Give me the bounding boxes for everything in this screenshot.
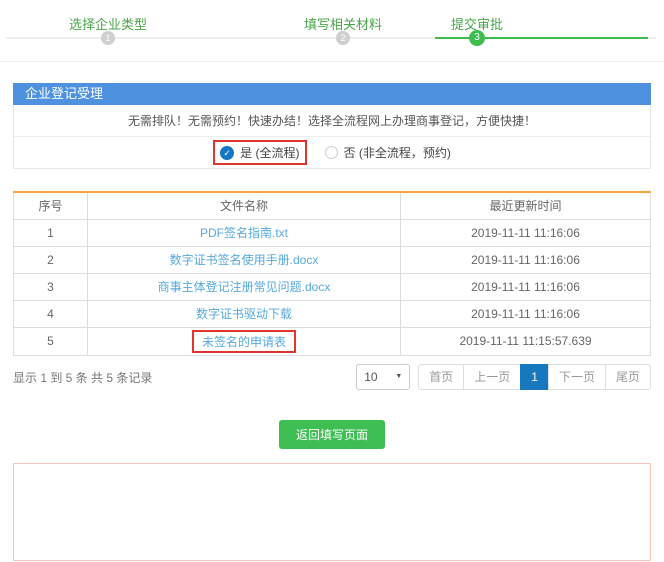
cell-index: 4 (14, 300, 88, 327)
table-row: 2 数字证书签名使用手册.docx 2019-11-11 11:16:06 (14, 246, 651, 273)
step-circle-2: 2 (336, 31, 350, 45)
table-row: 5 未签名的申请表 2019-11-11 11:15:57.639 (14, 327, 651, 355)
cell-index: 2 (14, 246, 88, 273)
file-link[interactable]: 未签名的申请表 (192, 330, 296, 353)
header-file-name: 文件名称 (88, 192, 401, 219)
pagination: 10 ▼ 首页 上一页 1 下一页 尾页 (356, 364, 651, 390)
action-button-row: 返回填写页面 (0, 420, 664, 449)
cell-file-name: 商事主体登记注册常见问题.docx (88, 273, 401, 300)
radio-yes-label[interactable]: 是 (全流程) (240, 144, 299, 161)
header-updated-time: 最近更新时间 (401, 192, 651, 219)
cell-updated-time: 2019-11-11 11:16:06 (401, 300, 651, 327)
section-body: 无需排队！无需预约！快速办结！选择全流程网上办理商事登记，方便快捷！ ✓ 是 (… (13, 105, 651, 169)
registration-acceptance-section: 企业登记受理 无需排队！无需预约！快速办结！选择全流程网上办理商事登记，方便快捷… (13, 83, 651, 169)
table-header-row: 序号 文件名称 最近更新时间 (14, 192, 651, 219)
back-to-fill-page-button[interactable]: 返回填写页面 (279, 420, 385, 449)
current-page-button[interactable]: 1 (520, 364, 549, 390)
file-link[interactable]: 数字证书签名使用手册.docx (170, 253, 319, 267)
requirements-notice-box (13, 463, 651, 561)
radio-no-label[interactable]: 否 (非全流程，预约) (344, 144, 451, 161)
cell-file-name: 未签名的申请表 (88, 327, 401, 355)
page-size-value: 10 (364, 370, 377, 384)
cell-index: 3 (14, 273, 88, 300)
file-link[interactable]: 商事主体登记注册常见问题.docx (158, 280, 331, 294)
last-page-button[interactable]: 尾页 (605, 364, 651, 390)
documents-table: 序号 文件名称 最近更新时间 1 PDF签名指南.txt 2019-11-11 … (13, 191, 651, 356)
records-summary: 显示 1 到 5 条 共 5 条记录 (13, 364, 152, 386)
cell-file-name: 数字证书驱动下载 (88, 300, 401, 327)
table-row: 1 PDF签名指南.txt 2019-11-11 11:16:06 (14, 219, 651, 246)
cell-updated-time: 2019-11-11 11:15:57.639 (401, 327, 651, 355)
table-row: 3 商事主体登记注册常见问题.docx 2019-11-11 11:16:06 (14, 273, 651, 300)
first-page-button[interactable]: 首页 (418, 364, 464, 390)
file-link[interactable]: 数字证书驱动下载 (196, 307, 292, 321)
caret-down-icon: ▼ (395, 373, 402, 380)
radio-no-option[interactable]: 否 (非全流程，预约) (325, 144, 451, 161)
cell-file-name: 数字证书签名使用手册.docx (88, 246, 401, 273)
cell-index: 1 (14, 219, 88, 246)
cell-updated-time: 2019-11-11 11:16:06 (401, 246, 651, 273)
cell-updated-time: 2019-11-11 11:16:06 (401, 273, 651, 300)
step-circle-3-active: 3 (469, 30, 485, 46)
cell-updated-time: 2019-11-11 11:16:06 (401, 219, 651, 246)
notice-text: 无需排队！无需预约！快速办结！选择全流程网上办理商事登记，方便快捷！ (14, 105, 650, 137)
cell-file-name: PDF签名指南.txt (88, 219, 401, 246)
next-page-button[interactable]: 下一页 (548, 364, 606, 390)
process-type-radio-group: ✓ 是 (全流程) 否 (非全流程，预约) (14, 137, 650, 168)
table-row: 4 数字证书驱动下载 2019-11-11 11:16:06 (14, 300, 651, 327)
file-link[interactable]: PDF签名指南.txt (200, 226, 288, 240)
cell-index: 5 (14, 327, 88, 355)
step-circle-1: 1 (101, 31, 115, 45)
prev-page-button[interactable]: 上一页 (463, 364, 521, 390)
selected-option-highlight-box: ✓ 是 (全流程) (213, 140, 306, 165)
page-size-select[interactable]: 10 ▼ (356, 364, 410, 390)
section-title: 企业登记受理 (13, 83, 651, 105)
pagination-buttons: 首页 上一页 1 下一页 尾页 (418, 364, 651, 390)
header-index: 序号 (14, 192, 88, 219)
radio-checked-icon[interactable]: ✓ (220, 146, 234, 160)
progress-stepper: 选择企业类型 填写相关材料 提交审批 1 2 3 (0, 0, 664, 62)
radio-unchecked-icon[interactable] (325, 146, 338, 159)
stepper-progress-line (435, 37, 648, 39)
table-footer: 显示 1 到 5 条 共 5 条记录 10 ▼ 首页 上一页 1 下一页 尾页 (13, 364, 651, 390)
